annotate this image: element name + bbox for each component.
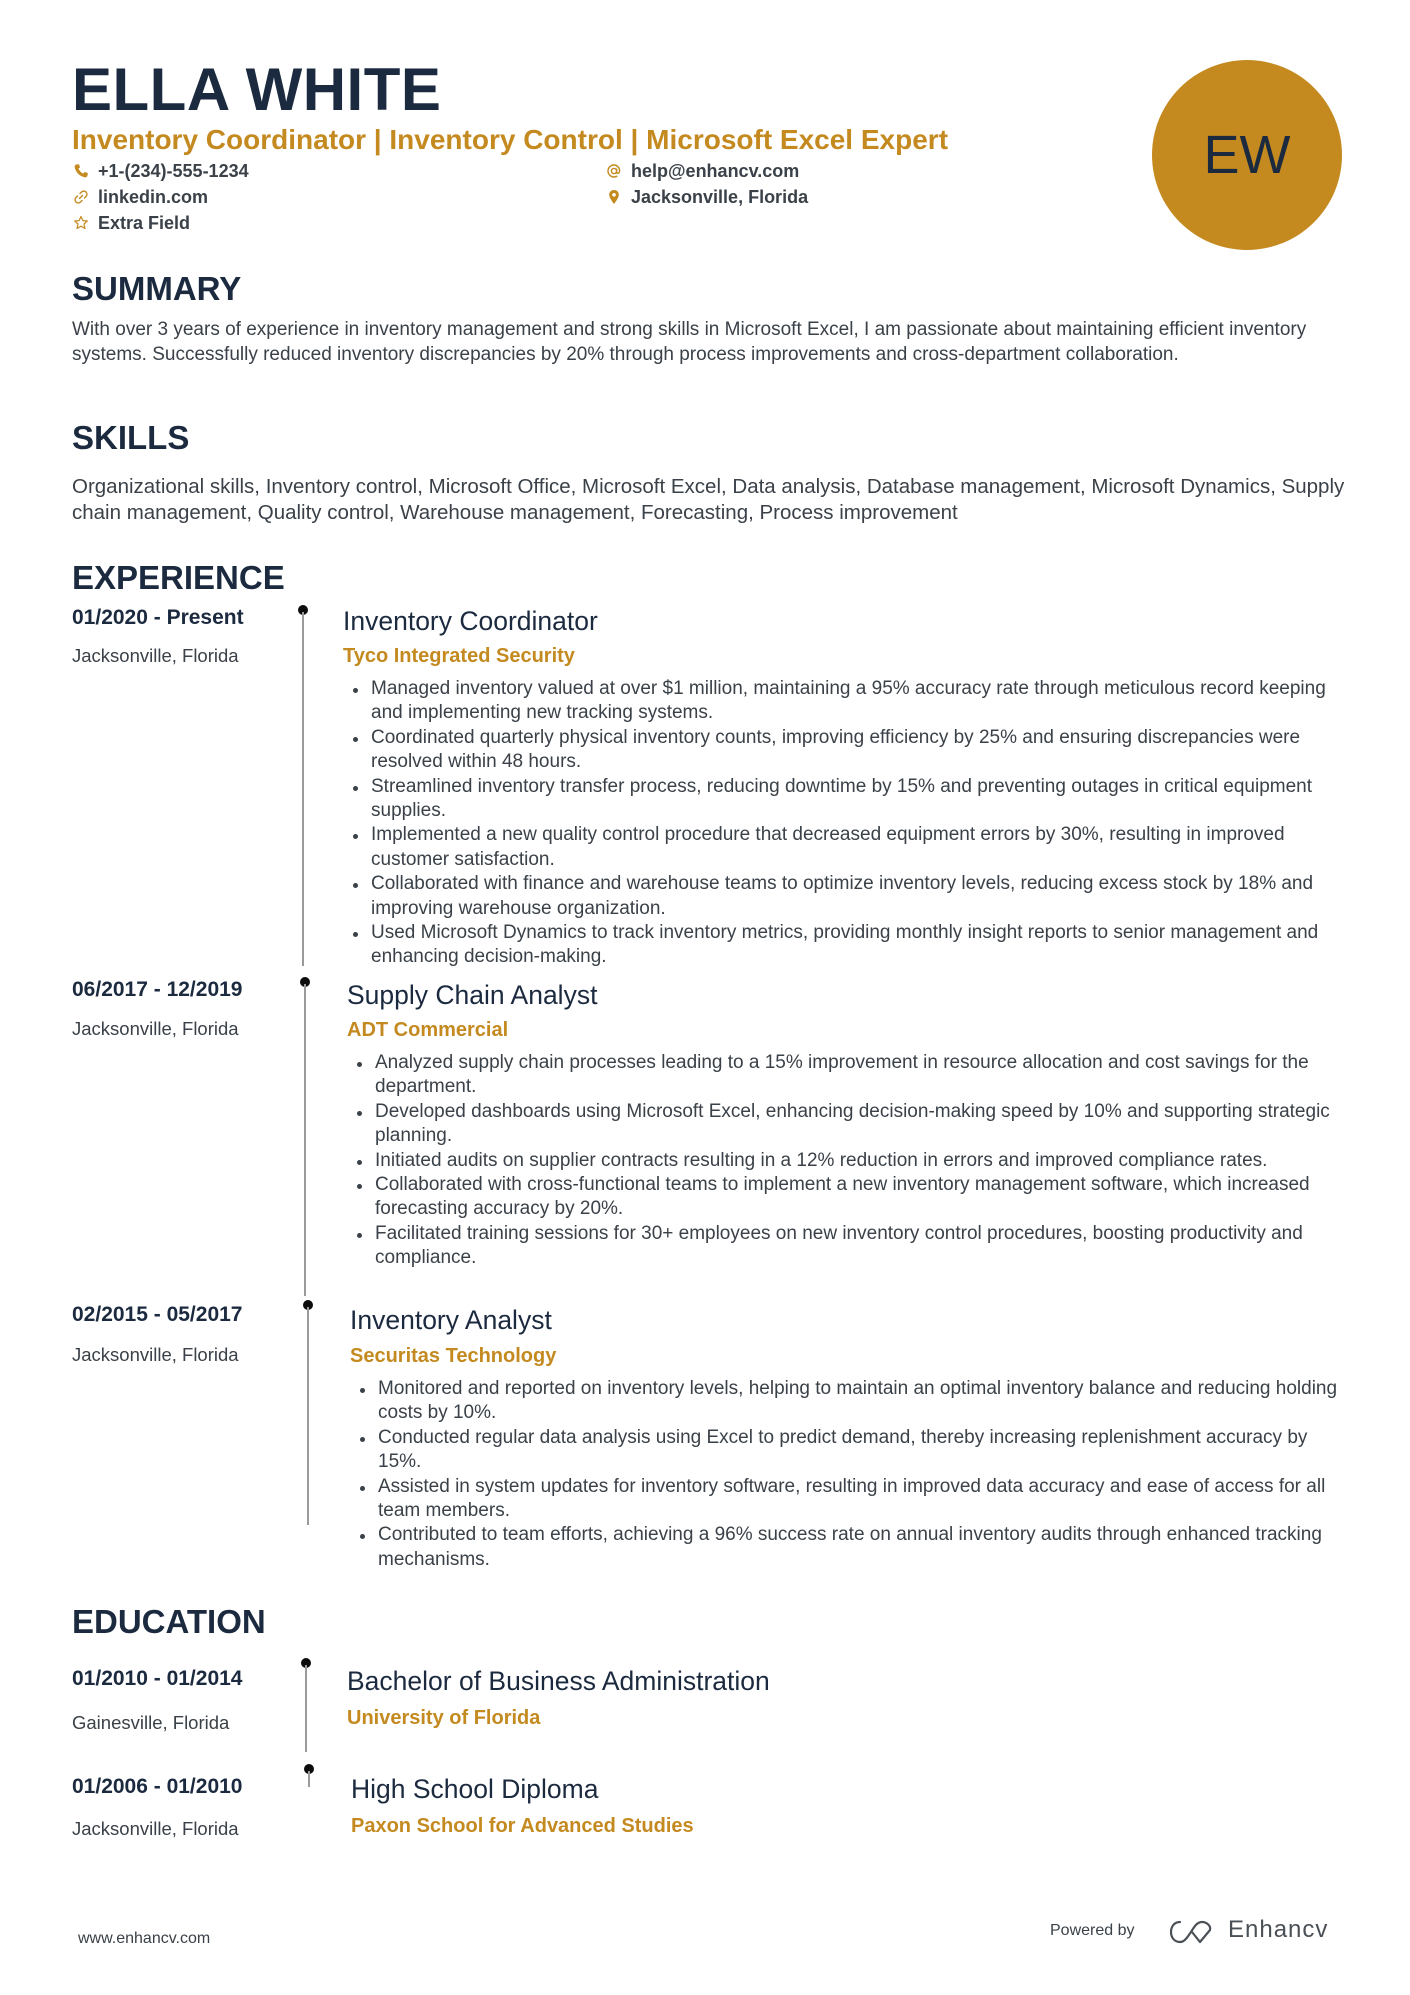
- candidate-name: ELLA WHITE: [72, 56, 442, 123]
- entry-bullets: Monitored and reported on inventory leve…: [350, 1377, 1350, 1572]
- bullet-item: Managed inventory valued at over $1 mill…: [343, 677, 1343, 726]
- linkedin-text: linkedin.com: [98, 187, 209, 207]
- entry-role: Inventory Coordinator: [343, 606, 598, 636]
- contact-phone[interactable]: +1-(234)-555-1234: [72, 160, 249, 182]
- bullet-item: Collaborated with cross-functional teams…: [347, 1173, 1347, 1222]
- section-title-education: EDUCATION: [72, 1603, 266, 1640]
- entry-company: ADT Commercial: [347, 1019, 509, 1041]
- bullet-item: Facilitated training sessions for 30+ em…: [347, 1222, 1347, 1271]
- avatar-initials-text: EW: [1203, 125, 1291, 185]
- entry-location: Gainesville, Florida: [72, 1712, 230, 1733]
- bullet-item: Streamlined inventory transfer process, …: [343, 775, 1343, 824]
- entry-role: Inventory Analyst: [350, 1305, 552, 1335]
- footer-website-link[interactable]: www.enhancv.com: [78, 1930, 210, 1948]
- entry-dates: 02/2015 - 05/2017: [72, 1303, 243, 1326]
- entry-location: Jacksonville, Florida: [72, 1018, 239, 1039]
- bullet-item: Coordinated quarterly physical inventory…: [343, 726, 1343, 775]
- contact-linkedin[interactable]: linkedin.com: [72, 186, 208, 208]
- location-pin-icon: [605, 188, 623, 206]
- phone-text: +1-(234)-555-1234: [98, 161, 249, 181]
- bullet-item: Conducted regular data analysis using Ex…: [350, 1426, 1350, 1475]
- entry-bullets: Managed inventory valued at over $1 mill…: [343, 677, 1343, 970]
- bullet-item: Analyzed supply chain processes leading …: [347, 1051, 1347, 1100]
- bullet-item: Contributed to team efforts, achieving a…: [350, 1523, 1350, 1572]
- entry-bullets: Analyzed supply chain processes leading …: [347, 1051, 1347, 1271]
- entry-dates: 01/2020 - Present: [72, 606, 244, 629]
- entry-school: University of Florida: [347, 1707, 541, 1729]
- extra-field-text: Extra Field: [98, 213, 191, 233]
- headline: Inventory Coordinator | Inventory Contro…: [72, 124, 949, 155]
- link-icon: [72, 188, 90, 206]
- star-icon: [72, 214, 90, 232]
- bullet-item: Used Microsoft Dynamics to track invento…: [343, 921, 1343, 970]
- footer-powered-by: Powered by: [1050, 1922, 1135, 1939]
- entry-degree: Bachelor of Business Administration: [347, 1666, 770, 1696]
- entry-location: Jacksonville, Florida: [72, 1344, 239, 1365]
- entry-location: Jacksonville, Florida: [72, 645, 239, 666]
- timeline-line: [305, 1665, 307, 1752]
- entry-degree: High School Diploma: [351, 1774, 599, 1804]
- phone-icon: [72, 162, 90, 180]
- bullet-item: Implemented a new quality control proced…: [343, 823, 1343, 872]
- bullet-item: Initiated audits on supplier contracts r…: [347, 1149, 1347, 1173]
- summary-text: With over 3 years of experience in inven…: [72, 319, 1307, 365]
- entry-dates: 01/2006 - 01/2010: [72, 1775, 243, 1798]
- bullet-item: Assisted in system updates for inventory…: [350, 1475, 1350, 1524]
- email-text: help@enhancv.com: [631, 161, 800, 181]
- entry-dates: 06/2017 - 12/2019: [72, 978, 243, 1001]
- contact-location: Jacksonville, Florida: [605, 186, 808, 208]
- location-text: Jacksonville, Florida: [631, 187, 809, 207]
- section-title-skills: SKILLS: [72, 419, 190, 456]
- entry-school: Paxon School for Advanced Studies: [351, 1815, 694, 1837]
- timeline-line: [304, 984, 306, 1296]
- entry-location: Jacksonville, Florida: [72, 1818, 239, 1839]
- entry-company: Tyco Integrated Security: [343, 645, 575, 667]
- skills-text: Organizational skills, Inventory control…: [72, 475, 1345, 524]
- bullet-item: Developed dashboards using Microsoft Exc…: [347, 1100, 1347, 1149]
- email-icon: [605, 162, 623, 180]
- timeline-line: [308, 1771, 310, 1787]
- timeline-line: [307, 1307, 309, 1525]
- entry-company: Securitas Technology: [350, 1345, 557, 1367]
- entry-dates: 01/2010 - 01/2014: [72, 1667, 243, 1690]
- contact-email[interactable]: help@enhancv.com: [605, 160, 799, 182]
- timeline-line: [302, 612, 304, 966]
- section-title-experience: EXPERIENCE: [72, 559, 285, 596]
- contact-extra-field: Extra Field: [72, 212, 190, 234]
- bullet-item: Monitored and reported on inventory leve…: [350, 1377, 1350, 1426]
- enhancv-logo-icon: [1169, 1920, 1212, 1944]
- avatar-initials: EW: [1152, 60, 1342, 250]
- section-title-summary: SUMMARY: [72, 270, 242, 307]
- footer-brand: Enhancv: [1228, 1916, 1329, 1943]
- entry-role: Supply Chain Analyst: [347, 980, 598, 1010]
- bullet-item: Collaborated with finance and warehouse …: [343, 872, 1343, 921]
